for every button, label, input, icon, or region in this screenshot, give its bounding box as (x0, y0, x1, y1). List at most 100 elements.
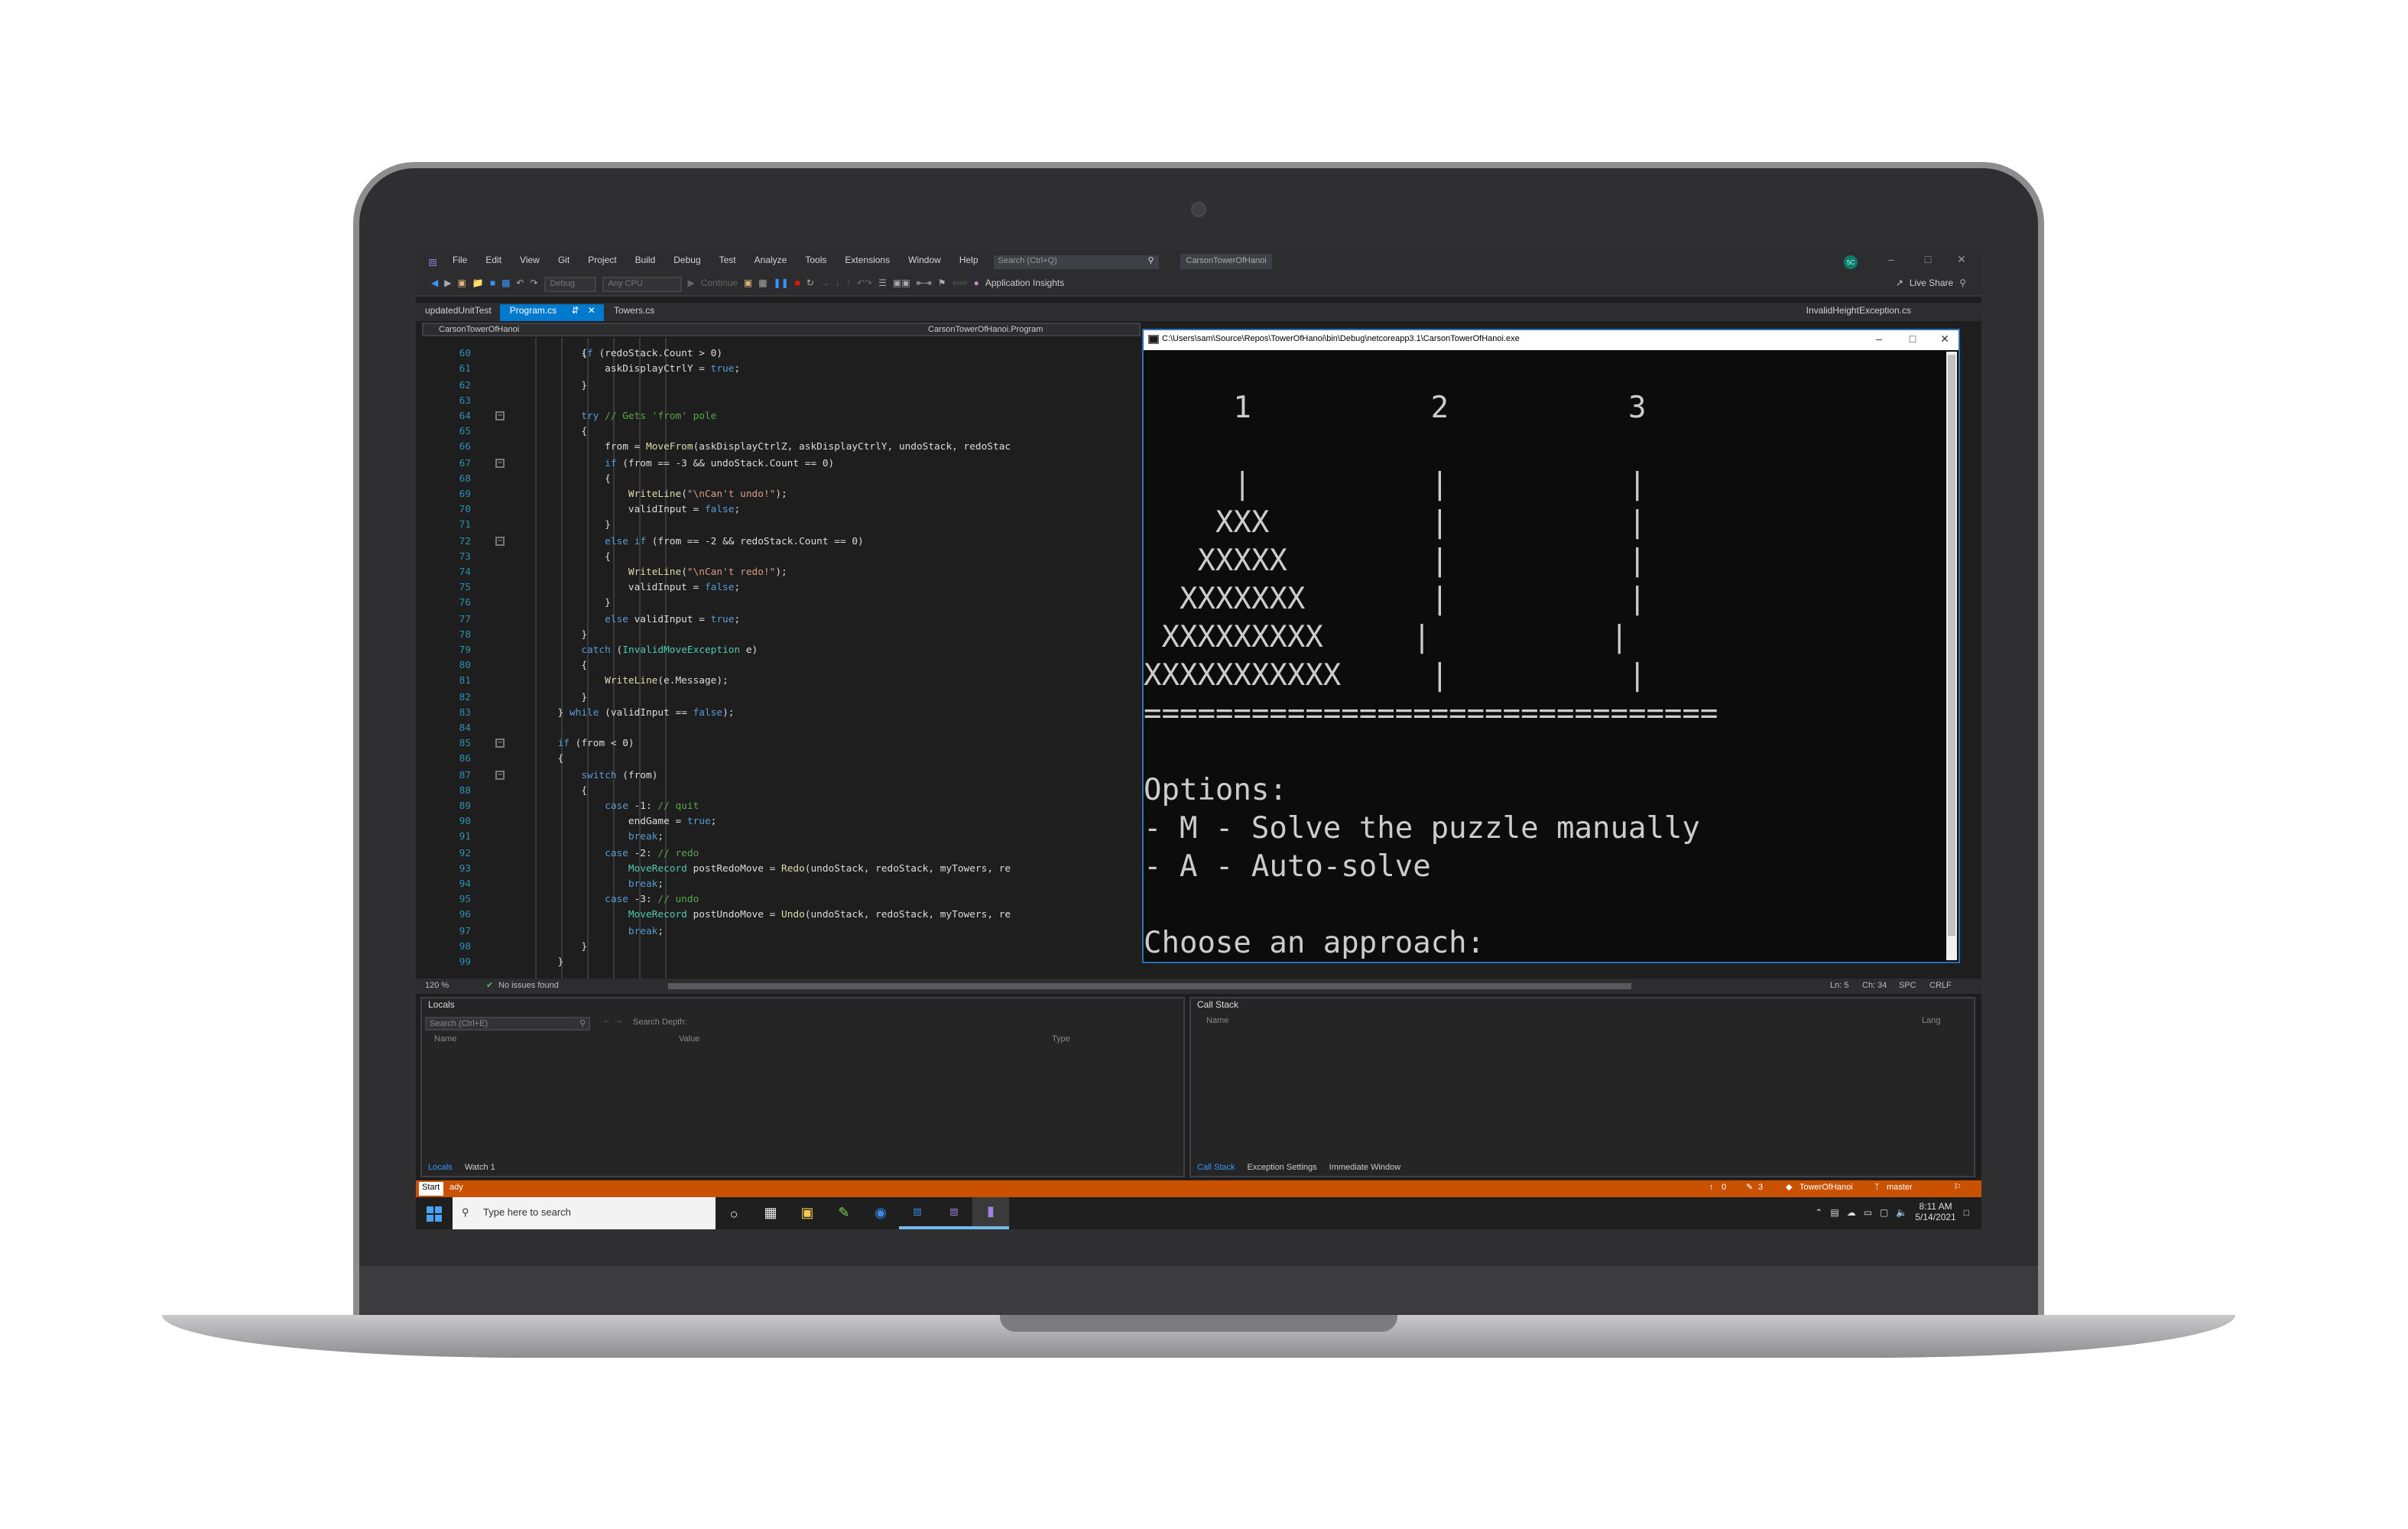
minimize-icon[interactable]: – (1874, 251, 1908, 272)
task-view-icon[interactable]: ▦ (752, 1197, 789, 1229)
back-arrow-icon[interactable]: ← → (602, 1017, 623, 1026)
vscode-icon[interactable]: ⧈ (899, 1197, 936, 1229)
visual-studio-icon[interactable]: ⧈ (936, 1197, 972, 1229)
console-close-icon[interactable]: ✕ (1928, 330, 1962, 350)
tab-invalidheightexception-cs[interactable]: InvalidHeightException.cs (1797, 304, 1920, 321)
locals-search-input[interactable]: Search (Ctrl+E) ⚲ (425, 1017, 590, 1031)
line-ending[interactable]: CRLF (1929, 979, 1952, 994)
spacing-mode[interactable]: SPC (1899, 979, 1916, 994)
action-center-icon[interactable]: □ (1964, 1209, 1969, 1218)
errors-count[interactable]: 0 (1722, 1180, 1726, 1197)
menu-item-extensions[interactable]: Extensions (836, 257, 899, 266)
menu-item-window[interactable]: Window (899, 257, 950, 266)
folder-icon[interactable]: ▣ (744, 278, 752, 289)
continue-icon[interactable]: ▶ (688, 278, 695, 289)
stop-icon[interactable]: ■ (795, 279, 800, 288)
back-icon[interactable]: ◀ (431, 278, 438, 289)
menu-item-git[interactable]: Git (549, 257, 579, 266)
menu-item-debug[interactable]: Debug (664, 257, 709, 266)
tab-towers-cs[interactable]: Towers.cs (605, 304, 664, 321)
menu-item-build[interactable]: Build (626, 257, 665, 266)
live-share-button[interactable]: Live Share (1910, 279, 1953, 288)
menu-item-analyze[interactable]: Analyze (745, 257, 797, 266)
menu-item-file[interactable]: File (443, 257, 476, 266)
python-icon[interactable]: ✎ (826, 1197, 862, 1229)
display-icon[interactable]: ▢ (1880, 1208, 1888, 1219)
collapse-icon[interactable]: − (495, 411, 505, 420)
console-minimize-icon[interactable]: – (1862, 330, 1896, 350)
network-icon[interactable]: ▤ (1830, 1208, 1838, 1219)
onedrive-icon[interactable]: ☁ (1847, 1208, 1856, 1219)
menu-item-tools[interactable]: Tools (796, 257, 836, 266)
console-window[interactable]: C:\Users\sam\Source\Repos\TowerOfHanoi\b… (1142, 329, 1960, 963)
bookmark-icon[interactable]: ▣▣ (893, 278, 910, 289)
chevron-up-icon[interactable]: ⌃ (1815, 1208, 1822, 1219)
tab-exception-settings[interactable]: Exception Settings (1241, 1161, 1323, 1176)
new-project-icon[interactable]: ▣ (458, 278, 466, 289)
repo-icon[interactable]: ◆ (1786, 1180, 1792, 1197)
visual-studio-logo-icon[interactable]: ⧈ (422, 251, 443, 272)
console-scroll-thumb[interactable] (1948, 355, 1955, 936)
live-share-icon[interactable]: ↗ (1896, 278, 1903, 289)
undo-icon[interactable]: ↶ (516, 278, 524, 289)
errors-icon[interactable]: ↑ (1709, 1180, 1714, 1197)
class-dropdown[interactable]: CarsonTowerOfHanoi.Program (928, 324, 1043, 336)
forward-icon[interactable]: ▶ (444, 278, 451, 289)
collapse-icon[interactable]: − (495, 739, 505, 748)
collapse-icon[interactable]: − (495, 770, 505, 780)
menu-item-project[interactable]: Project (579, 257, 625, 266)
menu-item-test[interactable]: Test (710, 257, 745, 266)
lightbulb-icon[interactable]: ● (974, 279, 979, 288)
cortana-icon[interactable]: ○ (716, 1197, 752, 1229)
step-out-icon[interactable]: ↑ (846, 279, 851, 288)
horizontal-scrollbar[interactable] (668, 983, 1631, 989)
configuration-select[interactable]: Debug (544, 276, 596, 291)
restart-icon[interactable]: ↻ (806, 278, 814, 289)
firefox-icon[interactable]: ◉ (862, 1197, 899, 1229)
tab-immediate-window[interactable]: Immediate Window (1323, 1161, 1407, 1176)
redo-icon[interactable]: ↷ (530, 278, 537, 289)
prev-bookmark-icon[interactable]: ⇦⇨ (952, 278, 967, 289)
tab-call-stack[interactable]: Call Stack (1191, 1161, 1241, 1176)
breakpoints-icon[interactable]: ▦ (758, 278, 767, 289)
tab-program-cs[interactable]: Program.cs ⇵ ✕ (500, 304, 605, 321)
console-maximize-icon[interactable]: □ (1896, 330, 1929, 350)
format-icon[interactable]: ☰ (878, 278, 887, 289)
close-icon[interactable]: ✕ (1945, 251, 1978, 272)
pin-icon[interactable]: ⇵ (571, 307, 579, 317)
step-over-icon[interactable]: → (820, 279, 829, 288)
changes-icon[interactable]: ✎ (1746, 1180, 1753, 1197)
tab-watch-1[interactable]: Watch 1 (459, 1161, 501, 1176)
branch-name[interactable]: master (1887, 1180, 1913, 1197)
tab-updatedunittest[interactable]: updatedUnitTest (416, 304, 501, 321)
menu-item-help[interactable]: Help (950, 257, 988, 266)
taskbar-search-input[interactable]: ⚲ Type here to search (453, 1197, 716, 1229)
file-explorer-icon[interactable]: ▣ (789, 1197, 826, 1229)
clock[interactable]: 8:11 AM 5/14/2021 (1915, 1203, 1955, 1224)
volume-icon[interactable]: 🔈 (1896, 1208, 1907, 1219)
save-all-icon[interactable]: ▩ (501, 278, 510, 289)
code-editor[interactable]: if (redoStack.Count > 0) 60 {61 askDispl… (416, 338, 1144, 979)
continue-button[interactable]: Continue (701, 279, 738, 288)
menu-item-view[interactable]: View (511, 257, 549, 266)
branch-icon[interactable]: ᛉ (1874, 1180, 1880, 1197)
feedback-icon[interactable]: ⚲ (1959, 278, 1966, 289)
collapse-icon[interactable]: − (495, 458, 505, 468)
project-dropdown[interactable]: CarsonTowerOfHanoi (439, 326, 519, 335)
save-icon[interactable]: ■ (490, 279, 495, 288)
bookmark-flag-icon[interactable]: ⚑ (938, 278, 946, 289)
repo-name[interactable]: TowerOfHanoi (1800, 1180, 1853, 1197)
comment-icon[interactable]: ↶↷ (857, 278, 872, 289)
open-icon[interactable]: 📁 (472, 278, 484, 289)
step-into-icon[interactable]: ↓ (836, 279, 840, 288)
issues-status[interactable]: No issues found (498, 979, 559, 994)
menu-item-edit[interactable]: Edit (476, 257, 511, 266)
tab-locals[interactable]: Locals (422, 1161, 459, 1176)
collapse-icon[interactable]: − (495, 536, 505, 546)
maximize-icon[interactable]: □ (1911, 251, 1945, 272)
console-app-taskbar-icon[interactable]: ▮ (972, 1197, 1009, 1229)
battery-icon[interactable]: ▭ (1864, 1208, 1872, 1219)
application-insights-button[interactable]: Application Insights (985, 279, 1064, 288)
notifications-icon[interactable]: ⚐ (1954, 1180, 1962, 1197)
platform-select[interactable]: Any CPU (602, 276, 682, 291)
